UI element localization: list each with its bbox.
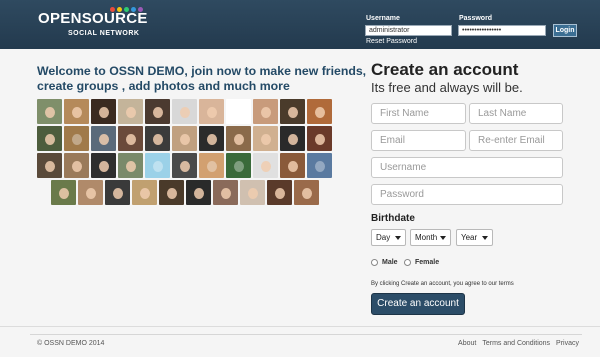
- avatar[interactable]: [91, 153, 116, 178]
- logo-dots: [110, 7, 143, 12]
- footer-links: About Terms and Conditions Privacy: [458, 340, 579, 347]
- logo-text: OPENSOURCE: [38, 10, 148, 27]
- avatar[interactable]: [240, 180, 265, 205]
- password-field[interactable]: Password: [371, 184, 563, 205]
- footer-link-about[interactable]: About: [458, 340, 476, 347]
- avatar[interactable]: [199, 99, 224, 124]
- last-name-field[interactable]: Last Name: [469, 103, 563, 124]
- female-radio[interactable]: [404, 259, 411, 266]
- avatar[interactable]: [64, 153, 89, 178]
- password-input[interactable]: ••••••••••••••••: [458, 25, 546, 36]
- avatar[interactable]: [226, 126, 251, 151]
- avatar[interactable]: [64, 126, 89, 151]
- month-select-value: Month: [415, 233, 438, 242]
- avatar-row: [37, 126, 350, 151]
- male-radio[interactable]: [371, 259, 378, 266]
- top-header-bar: OPENSOURCE SOCIAL NETWORK Username admin…: [0, 0, 600, 49]
- footer-link-privacy[interactable]: Privacy: [556, 340, 579, 347]
- avatar[interactable]: [213, 180, 238, 205]
- avatar[interactable]: [186, 180, 211, 205]
- avatar[interactable]: [172, 99, 197, 124]
- footer-divider: [30, 334, 582, 335]
- avatar[interactable]: [159, 180, 184, 205]
- terms-notice: By clicking Create an account, you agree…: [371, 281, 514, 287]
- avatar[interactable]: [280, 99, 305, 124]
- avatar[interactable]: [199, 126, 224, 151]
- logo-dot: [138, 7, 143, 12]
- footer-link-terms[interactable]: Terms and Conditions: [482, 340, 550, 347]
- logo-dot: [124, 7, 129, 12]
- welcome-text: Welcome to OSSN DEMO, join now to make n…: [37, 64, 367, 93]
- avatar-row: [37, 99, 350, 124]
- member-avatar-grid: [37, 99, 350, 207]
- chevron-down-icon: [440, 236, 446, 240]
- main-content: Welcome to OSSN DEMO, join now to make n…: [0, 49, 600, 326]
- site-logo[interactable]: OPENSOURCE SOCIAL NETWORK: [38, 7, 148, 37]
- avatar[interactable]: [226, 153, 251, 178]
- avatar[interactable]: [226, 99, 251, 124]
- avatar[interactable]: [253, 126, 278, 151]
- month-select[interactable]: Month: [410, 229, 451, 246]
- copyright-text: © OSSN DEMO 2014: [37, 340, 105, 347]
- username-field[interactable]: Username: [371, 157, 563, 178]
- year-select[interactable]: Year: [456, 229, 493, 246]
- logo-dot: [117, 7, 122, 12]
- login-button[interactable]: Login: [553, 24, 577, 37]
- day-select-value: Day: [376, 233, 391, 242]
- gender-female-option[interactable]: Female: [404, 259, 439, 266]
- avatar[interactable]: [253, 153, 278, 178]
- avatar[interactable]: [91, 126, 116, 151]
- avatar-row: [37, 153, 350, 178]
- page-footer: © OSSN DEMO 2014 About Terms and Conditi…: [0, 326, 600, 357]
- chevron-down-icon: [395, 236, 401, 240]
- avatar[interactable]: [307, 153, 332, 178]
- logo-subtitle: SOCIAL NETWORK: [68, 30, 140, 37]
- avatar[interactable]: [307, 99, 332, 124]
- chevron-down-icon: [482, 236, 488, 240]
- avatar[interactable]: [145, 99, 170, 124]
- female-label: Female: [415, 259, 440, 266]
- avatar[interactable]: [280, 153, 305, 178]
- avatar[interactable]: [280, 126, 305, 151]
- avatar[interactable]: [307, 126, 332, 151]
- avatar[interactable]: [294, 180, 319, 205]
- avatar[interactable]: [91, 99, 116, 124]
- avatar[interactable]: [118, 153, 143, 178]
- avatar[interactable]: [172, 153, 197, 178]
- avatar[interactable]: [253, 99, 278, 124]
- first-name-field[interactable]: First Name: [371, 103, 466, 124]
- avatar[interactable]: [78, 180, 103, 205]
- avatar[interactable]: [105, 180, 130, 205]
- username-input[interactable]: administrator: [365, 25, 452, 36]
- avatar[interactable]: [172, 126, 197, 151]
- username-label: Username: [366, 15, 400, 22]
- avatar[interactable]: [118, 126, 143, 151]
- birthdate-label: Birthdate: [371, 213, 415, 224]
- avatar[interactable]: [37, 153, 62, 178]
- create-account-button[interactable]: Create an account: [371, 293, 465, 315]
- avatar[interactable]: [199, 153, 224, 178]
- reset-password-link[interactable]: Reset Password: [366, 38, 417, 45]
- signup-subtitle: Its free and always will be.: [371, 80, 523, 95]
- year-select-value: Year: [461, 233, 478, 242]
- logo-dot: [110, 7, 115, 12]
- avatar[interactable]: [37, 126, 62, 151]
- gender-male-option[interactable]: Male: [371, 259, 398, 266]
- avatar[interactable]: [37, 99, 62, 124]
- avatar[interactable]: [267, 180, 292, 205]
- password-label: Password: [459, 15, 493, 22]
- reenter-email-field[interactable]: Re-enter Email: [469, 130, 563, 151]
- email-field[interactable]: Email: [371, 130, 466, 151]
- male-label: Male: [382, 259, 398, 266]
- signup-title: Create an account: [371, 60, 519, 79]
- avatar-row: [37, 180, 350, 205]
- avatar[interactable]: [118, 99, 143, 124]
- avatar[interactable]: [145, 153, 170, 178]
- logo-dot: [131, 7, 136, 12]
- avatar[interactable]: [132, 180, 157, 205]
- avatar[interactable]: [145, 126, 170, 151]
- day-select[interactable]: Day: [371, 229, 406, 246]
- avatar[interactable]: [64, 99, 89, 124]
- avatar[interactable]: [51, 180, 76, 205]
